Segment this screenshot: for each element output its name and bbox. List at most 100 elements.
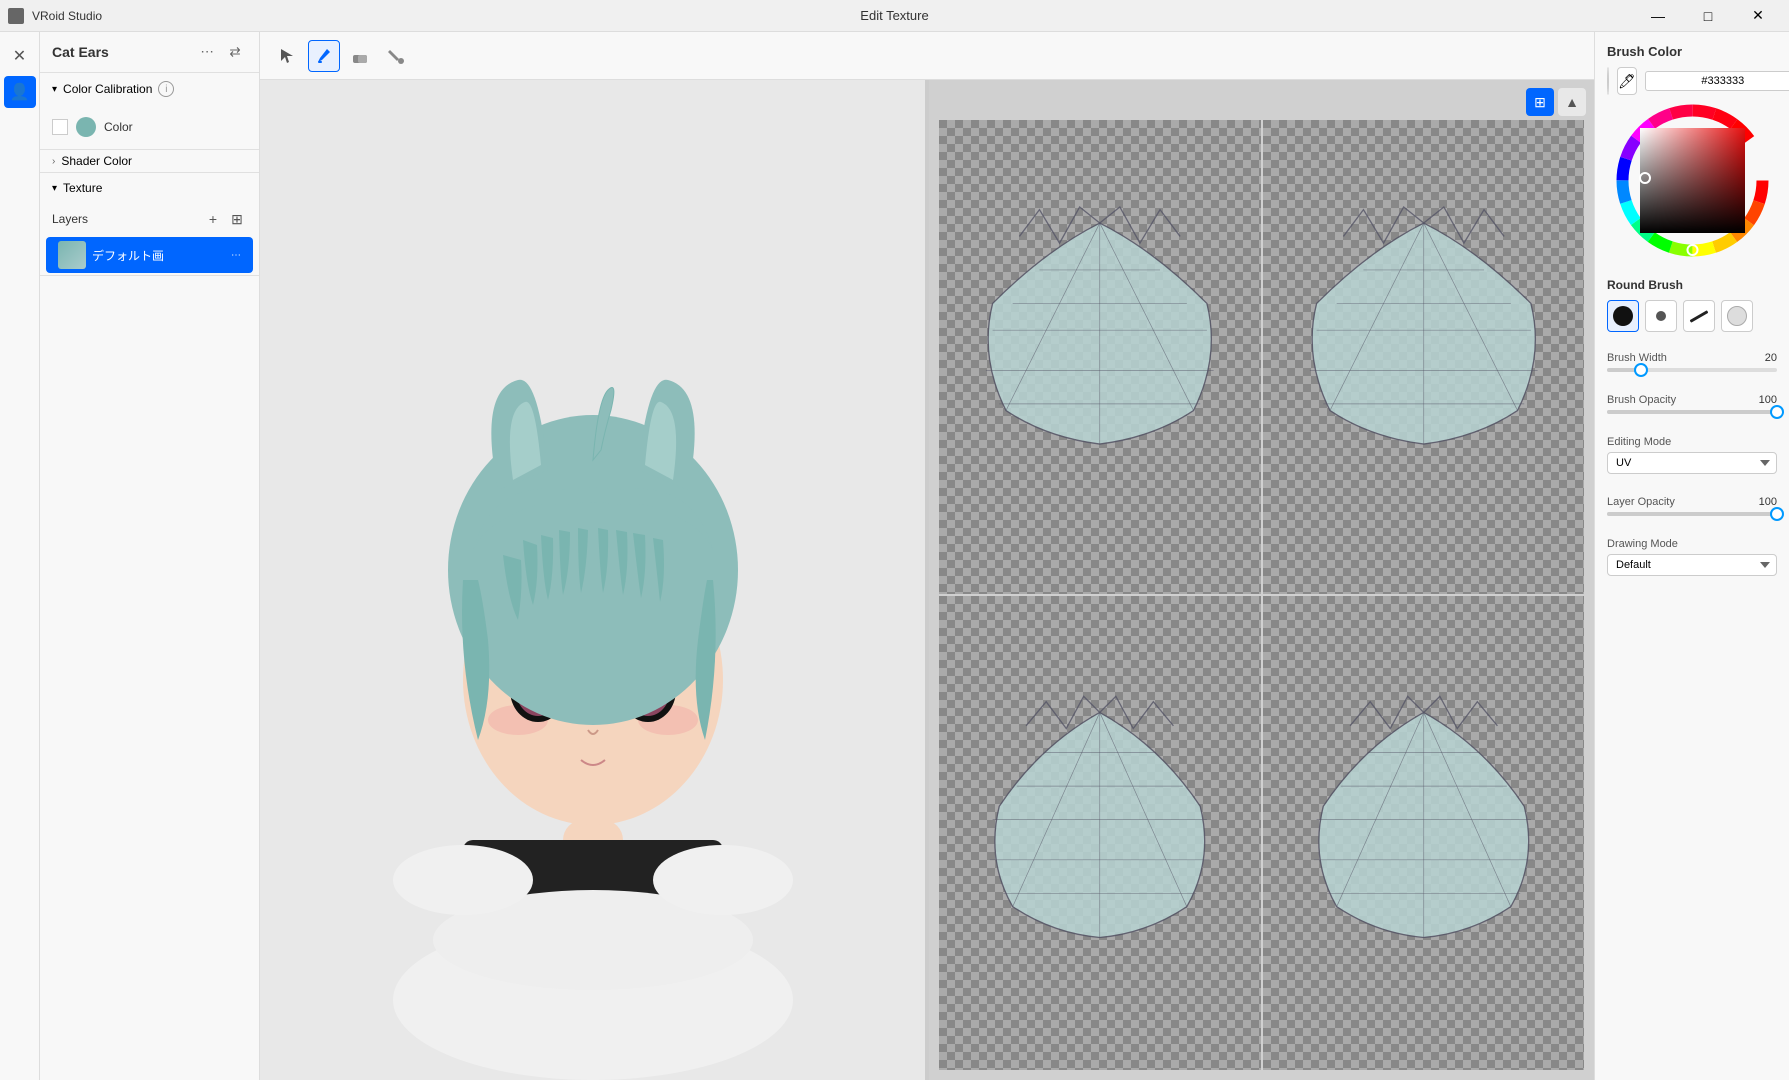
color-wheel-container[interactable] (1607, 103, 1777, 258)
texture-cell-4 (1263, 596, 1585, 1070)
brush-icon (315, 47, 333, 65)
texture-collapse-icon: ▾ (52, 183, 57, 194)
layer-thumbnail (58, 241, 86, 269)
brush-color-title: Brush Color (1607, 44, 1777, 59)
layers-title: Layers (52, 212, 88, 226)
special-brush-icon (1727, 306, 1747, 326)
brush-width-track[interactable] (1607, 368, 1777, 372)
texture-view-controls: ⊞ ▲ (1526, 88, 1586, 116)
texture-cell-3 (939, 596, 1261, 1070)
brush-opacity-fill (1607, 410, 1777, 414)
color-calibration-section: ▾ Color Calibration i Color (40, 73, 259, 150)
main-tool-button[interactable]: 👤 (4, 76, 36, 108)
maximize-button[interactable]: □ (1685, 0, 1731, 32)
texture-title: Texture (63, 181, 102, 195)
titlebar-left: VRoid Studio (8, 8, 102, 24)
brush-type-special[interactable] (1721, 300, 1753, 332)
layers-header: Layers + ⊞ (40, 203, 259, 235)
collapse-chevron-icon: ▾ (52, 84, 57, 95)
texture-grid (929, 80, 1594, 1080)
window-title: Edit Texture (860, 8, 928, 23)
layer-item-default[interactable]: デフォルト画 ⋯ (46, 237, 253, 273)
color-checkbox[interactable] (52, 119, 68, 135)
toolbar (260, 32, 1594, 80)
shader-color-row[interactable]: › Shader Color (40, 150, 259, 172)
editing-mode-row: Editing Mode UV Normal (1607, 436, 1777, 474)
titlebar: VRoid Studio Edit Texture — □ ✕ (0, 0, 1789, 32)
shader-color-section: › Shader Color (40, 150, 259, 173)
drawing-mode-label: Drawing Mode (1607, 538, 1777, 550)
close-panel-button[interactable]: ✕ (4, 40, 36, 72)
editing-mode-label: Editing Mode (1607, 436, 1777, 448)
brush-opacity-track[interactable] (1607, 410, 1777, 414)
layer-opacity-slider-row: Layer Opacity 100 (1607, 496, 1777, 516)
right-panel: Brush Color 🖊 (1594, 32, 1789, 1080)
brush-width-value: 20 (1765, 352, 1777, 364)
layers-actions: + ⊞ (203, 209, 247, 229)
brush-type-hard[interactable] (1683, 300, 1715, 332)
color-picker-row: 🖊 (1607, 67, 1777, 95)
brush-tool-button[interactable] (308, 40, 340, 72)
color-display[interactable] (1607, 67, 1609, 95)
more-options-button[interactable]: ⋯ (195, 40, 219, 64)
editing-mode-select[interactable]: UV Normal (1607, 452, 1777, 474)
texture-pane[interactable]: ⊞ ▲ (929, 80, 1594, 1080)
preview-pane[interactable] (260, 80, 925, 1080)
character-preview (363, 180, 823, 1080)
panel-title-text: Cat Ears (52, 44, 109, 60)
minimize-button[interactable]: — (1635, 0, 1681, 32)
brush-color-section: Brush Color 🖊 (1607, 44, 1777, 266)
drawing-mode-select[interactable]: Default Multiply Screen Overlay (1607, 554, 1777, 576)
round-brush-icon (1613, 306, 1633, 326)
layer-opacity-track[interactable] (1607, 512, 1777, 516)
layer-opacity-label-row: Layer Opacity 100 (1607, 496, 1777, 508)
app-body: ✕ 👤 Cat Ears ⋯ ⇄ ▾ Color C (0, 32, 1789, 1080)
brush-type-row (1607, 300, 1777, 332)
fill-icon (387, 47, 405, 65)
brush-opacity-label: Brush Opacity (1607, 394, 1676, 406)
panel-title: Cat Ears (52, 44, 109, 60)
brush-type-soft[interactable] (1645, 300, 1677, 332)
layer-opacity-label: Layer Opacity (1607, 496, 1675, 508)
icon-sidebar: ✕ 👤 (0, 32, 40, 1080)
color-calibration-content: Color (40, 105, 259, 149)
layer-name: デフォルト画 (92, 247, 225, 264)
grid-view-button[interactable]: ⊞ (1526, 88, 1554, 116)
center-area: ⊞ ▲ (260, 32, 1594, 1080)
fill-tool-button[interactable] (380, 40, 412, 72)
color-label: Color (104, 120, 133, 134)
layer-more-icon: ⋯ (231, 250, 241, 261)
brush-opacity-label-row: Brush Opacity 100 (1607, 394, 1777, 406)
add-layer-button[interactable]: + (203, 209, 223, 229)
color-calibration-header[interactable]: ▾ Color Calibration i (40, 73, 259, 105)
model-view-button[interactable]: ▲ (1558, 88, 1586, 116)
brush-opacity-slider-row: Brush Opacity 100 (1607, 394, 1777, 414)
brush-width-thumb[interactable] (1634, 363, 1648, 377)
layer-opacity-thumb[interactable] (1770, 507, 1784, 521)
color-swatch[interactable] (76, 117, 96, 137)
texture-header[interactable]: ▾ Texture (40, 173, 259, 203)
more-icon: ⋯ (200, 44, 213, 60)
eyedropper-button[interactable]: 🖊 (1617, 67, 1637, 95)
panel-actions: ⋯ ⇄ (195, 40, 247, 64)
color-wheel-svg[interactable] (1615, 103, 1770, 258)
select-icon (279, 47, 297, 65)
brush-width-label-row: Brush Width 20 (1607, 352, 1777, 364)
info-icon: i (165, 84, 167, 95)
select-tool-button[interactable] (272, 40, 304, 72)
layer-gallery-button[interactable]: ⊞ (227, 209, 247, 229)
info-button[interactable]: i (158, 81, 174, 97)
filter-button[interactable]: ⇄ (223, 40, 247, 64)
app-name: VRoid Studio (32, 9, 102, 23)
brush-type-section: Round Brush (1607, 278, 1777, 340)
brush-opacity-thumb[interactable] (1770, 405, 1784, 419)
color-hex-input[interactable] (1645, 71, 1789, 91)
close-icon: ✕ (13, 46, 26, 66)
brush-type-round[interactable] (1607, 300, 1639, 332)
texture-title-row: ▾ Texture (52, 181, 102, 195)
brush-opacity-value: 100 (1759, 394, 1777, 406)
color-row: Color (52, 113, 247, 141)
eraser-tool-button[interactable] (344, 40, 376, 72)
close-button[interactable]: ✕ (1735, 0, 1781, 32)
mountain-icon: ▲ (1565, 94, 1579, 110)
